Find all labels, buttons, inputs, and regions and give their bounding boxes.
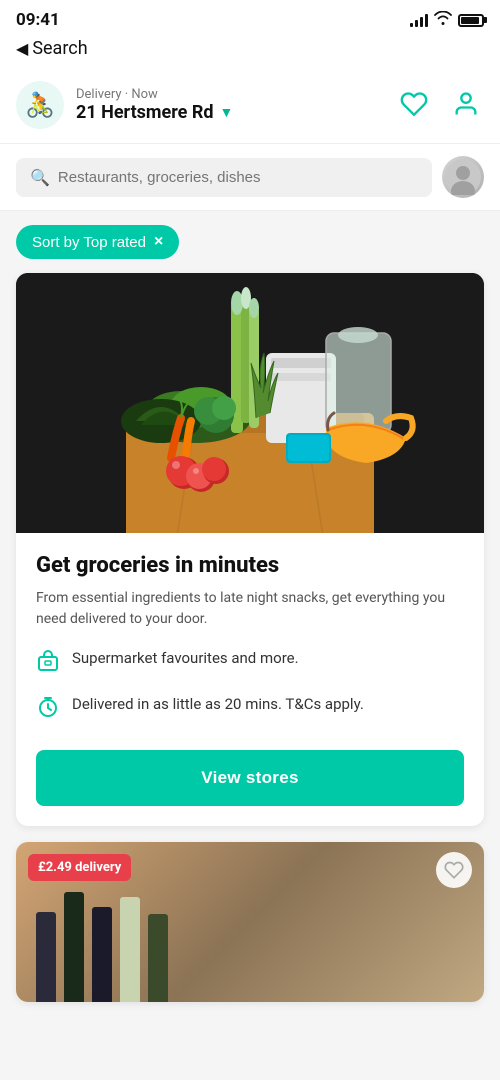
search-input[interactable]	[58, 169, 418, 186]
favorites-button[interactable]	[396, 86, 432, 125]
bottle-5	[148, 914, 168, 1002]
address-row[interactable]: 21 Hertsmere Rd ▼	[76, 102, 233, 123]
bottle-4	[120, 897, 140, 1002]
bottle-2	[64, 892, 84, 1002]
delivery-icon: 🚴	[16, 81, 64, 129]
grocery-illustration	[16, 273, 484, 533]
status-bar: 09:41	[0, 0, 500, 34]
bottles-illustration	[36, 892, 168, 1002]
feature-item-1: Supermarket favourites and more.	[36, 648, 464, 680]
bottle-1	[36, 912, 56, 1002]
second-card: £2.49 delivery	[16, 842, 484, 1002]
battery-icon	[458, 14, 484, 27]
feature-item-2: Delivered in as little as 20 mins. T&Cs …	[36, 694, 464, 726]
grocery-card-image	[16, 273, 484, 533]
header-actions	[396, 86, 484, 125]
back-arrow-icon: ◀	[16, 39, 28, 58]
delivery-price-badge: £2.49 delivery	[28, 854, 131, 881]
heart-icon	[400, 90, 428, 118]
grocery-card-content: Get groceries in minutes From essential …	[16, 533, 484, 826]
user-icon	[452, 90, 480, 118]
avatar[interactable]	[442, 156, 484, 198]
second-card-favorite-button[interactable]	[436, 852, 472, 888]
grocery-card-description: From essential ingredients to late night…	[36, 588, 464, 630]
top-rated-filter[interactable]: Sort by Top rated ×	[16, 225, 179, 259]
feature-text-1: Supermarket favourites and more.	[72, 648, 299, 669]
header: 🚴 Delivery · Now 21 Hertsmere Rd ▼	[0, 69, 500, 144]
avatar-image	[442, 156, 484, 198]
wifi-icon	[434, 11, 452, 29]
back-text: Search	[32, 38, 87, 59]
header-left: 🚴 Delivery · Now 21 Hertsmere Rd ▼	[16, 81, 233, 129]
second-card-image: £2.49 delivery	[16, 842, 484, 1002]
back-button[interactable]: ◀ Search	[16, 38, 88, 59]
feature-list: Supermarket favourites and more. Deliver…	[36, 648, 464, 726]
filter-bar: Sort by Top rated ×	[0, 211, 500, 273]
status-icons	[410, 11, 484, 29]
nav-bar: ◀ Search	[0, 34, 500, 69]
search-section: 🔍	[0, 144, 500, 211]
grocery-promo-card: Get groceries in minutes From essential …	[16, 273, 484, 826]
header-info: Delivery · Now 21 Hertsmere Rd ▼	[76, 87, 233, 123]
status-time: 09:41	[16, 10, 60, 30]
search-bar[interactable]: 🔍	[16, 158, 432, 197]
profile-button[interactable]	[448, 86, 484, 125]
grocery-card-title: Get groceries in minutes	[36, 553, 464, 578]
filter-label: Sort by Top rated	[32, 234, 146, 251]
signal-icon	[410, 13, 428, 27]
search-icon: 🔍	[30, 168, 50, 187]
timer-icon	[36, 695, 60, 726]
supermarket-icon	[36, 649, 60, 680]
delivery-label: Delivery · Now	[76, 87, 233, 102]
address-dropdown-icon: ▼	[220, 104, 234, 121]
feature-text-2: Delivered in as little as 20 mins. T&Cs …	[72, 694, 364, 715]
bottle-3	[92, 907, 112, 1002]
second-card-heart-icon	[444, 860, 464, 880]
filter-close-icon[interactable]: ×	[154, 233, 163, 251]
view-stores-button[interactable]: View stores	[36, 750, 464, 806]
address-text: 21 Hertsmere Rd	[76, 102, 214, 123]
